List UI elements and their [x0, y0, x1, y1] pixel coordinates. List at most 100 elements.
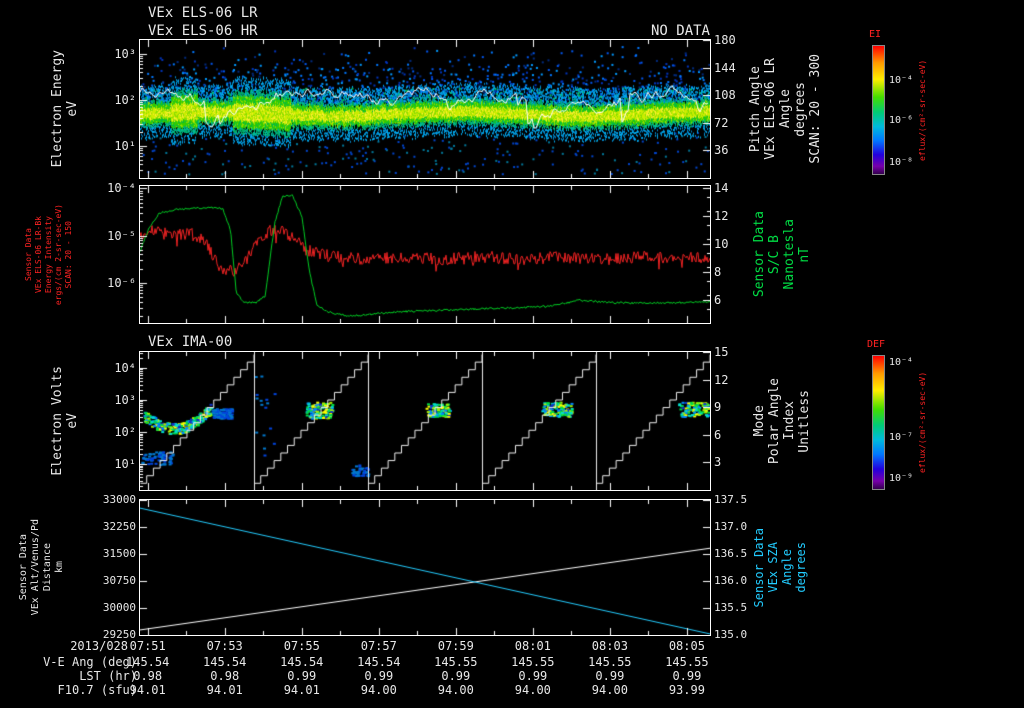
- altitude-sza-panel: [139, 499, 711, 636]
- row-value: 94.00: [437, 683, 474, 697]
- alt-sza-tick: 136.0: [714, 574, 748, 587]
- row-value: 94.00: [514, 683, 551, 697]
- ima-panel-title: VEx IMA-00: [148, 334, 233, 350]
- ima-index-tick: 3: [714, 455, 722, 470]
- alt-y-axis-title-line: Distance: [42, 543, 53, 592]
- row-label: LST (hr): [79, 669, 137, 683]
- alt-y-axis-title: Sensor Data VEx Alt/Venus/Pd Distance km: [18, 500, 66, 635]
- els-right-axis-title-line: Pitch Angle: [748, 65, 763, 153]
- row-value: 0.99: [287, 669, 317, 683]
- time-tick-label: 08:05: [668, 639, 705, 653]
- row-value: 145.55: [434, 655, 478, 669]
- time-tick-label: 07:53: [206, 639, 243, 653]
- date-label: 2013/028: [70, 639, 128, 653]
- bfield-right-axis-title-line: nT: [797, 246, 812, 263]
- alt-sza-tick: 135.5: [714, 601, 748, 614]
- ima-spectrogram-panel: [139, 351, 711, 491]
- no-data-label: NO DATA: [650, 23, 710, 39]
- bfield-left-red-label-line: Energy Intensity: [44, 215, 53, 294]
- bfield-right-axis-title-line: Sensor Data: [752, 211, 767, 298]
- ima-ev-tick: 10⁴: [114, 361, 136, 375]
- time-tick-label: 07:59: [437, 639, 474, 653]
- row-value: 145.55: [665, 655, 709, 669]
- bfield-line-panel: [139, 185, 711, 324]
- els-y-axis-title: Electron Energy eV: [50, 40, 80, 178]
- bfield-right-axis-title: Sensor Data S/C B Nanotesla nT: [752, 186, 812, 323]
- time-tick-label: 08:03: [591, 639, 628, 653]
- alt-sza-tick: 135.0: [714, 628, 748, 641]
- bfield-intensity-tick: 10⁻⁶: [107, 275, 136, 290]
- row-value: 0.98: [210, 669, 240, 683]
- time-tick-label: 07:55: [283, 639, 320, 653]
- els-y-axis-title-line: Electron Energy: [50, 50, 65, 168]
- colorbar-def-title: DEF: [867, 339, 886, 350]
- els-spectrogram-panel: [139, 39, 711, 179]
- bfield-nt-tick: 8: [714, 265, 722, 279]
- bfield-left-red-label-line: VEx ELS-06 LR-Bk: [34, 215, 43, 294]
- row-value: 145.55: [588, 655, 632, 669]
- els-energy-tick: 10²: [114, 92, 136, 107]
- ima-ev-tick: 10²: [114, 425, 136, 440]
- row-label: F10.7 (sfu): [57, 683, 137, 697]
- alt-km-tick: 30000: [102, 601, 136, 614]
- alt-right-axis-title-line: VEx SZA: [766, 542, 780, 593]
- bfield-left-red-label-line: SCAN: 20 - 150: [64, 220, 73, 289]
- els-pitch-tick: 72: [714, 115, 729, 130]
- alt-sza-tick: 136.5: [714, 547, 748, 560]
- plot-title-els-hr: VEx ELS-06 HR: [148, 23, 258, 39]
- alt-y-axis-title-line: VEx Alt/Venus/Pd: [30, 519, 41, 616]
- time-tick-label: 07:57: [360, 639, 397, 653]
- row-value: 145.54: [203, 655, 247, 669]
- els-pitch-tick: 108: [714, 88, 736, 103]
- row-value: 0.99: [595, 669, 625, 683]
- row-value: 0.99: [518, 669, 548, 683]
- alt-right-axis-title-line: Angle: [780, 549, 794, 586]
- row-value: 94.01: [283, 683, 320, 697]
- colorbar-ei-gradient: [872, 45, 885, 175]
- els-right-axis-title-line: Angle: [778, 89, 793, 129]
- bfield-left-red-label-line: Sensor Data: [24, 228, 33, 281]
- colorbar-ei-unit: eflux/(cm²-sr-sec-eV): [918, 59, 927, 161]
- ima-y-axis-title: Electron Volts eV: [50, 352, 80, 490]
- bfield-right-axis-title-line: S/C B: [767, 234, 782, 275]
- bfield-intensity-tick: 10⁻⁵: [107, 228, 136, 243]
- row-value: 145.55: [511, 655, 555, 669]
- ima-y-axis-title-line: Electron Volts: [50, 366, 65, 476]
- alt-y-axis-title-line: km: [54, 561, 65, 574]
- els-right-axis-title-line: degrees: [793, 81, 808, 137]
- bfield-nt-tick: 14: [714, 180, 729, 195]
- bfield-left-red-label: Sensor Data VEx ELS-06 LR-Bk Energy Intens…: [24, 186, 74, 323]
- row-value: 94.00: [360, 683, 397, 697]
- alt-sza-tick: 137.5: [714, 493, 748, 506]
- bfield-nt-tick: 6: [714, 293, 722, 308]
- row-value: 93.99: [668, 683, 705, 697]
- els-y-axis-title-line: eV: [65, 101, 80, 117]
- ima-spectrogram-canvas: [140, 352, 710, 490]
- row-value: 94.01: [206, 683, 243, 697]
- bfield-left-red-label-line: ergs/(cm 2-sr-sec-eV): [54, 203, 63, 306]
- els-energy-tick: 10³: [114, 46, 136, 61]
- bfield-line-canvas: [140, 186, 710, 323]
- ima-y-axis-title-line: eV: [65, 413, 80, 429]
- colorbar-def-unit: eflux/(cm²-sr-sec-eV): [918, 371, 927, 474]
- row-value: 94.01: [129, 683, 166, 697]
- ima-right-axis-title-line: Unitless: [797, 389, 812, 453]
- row-label: V-E Ang (deg): [43, 655, 137, 669]
- bfield-nt-tick: 10: [714, 236, 729, 251]
- els-energy-tick: 10¹: [114, 138, 136, 153]
- altitude-sza-canvas: [140, 500, 710, 635]
- ima-ev-tick: 10¹: [114, 457, 136, 472]
- alt-right-axis-title-line: Sensor Data: [752, 527, 766, 608]
- alt-km-tick: 32250: [102, 520, 136, 533]
- alt-y-axis-title-line: Sensor Data: [18, 534, 29, 601]
- colorbar-def-gradient: [872, 355, 885, 490]
- row-value: 0.99: [672, 669, 702, 683]
- ima-right-axis-title-line: Index: [782, 401, 797, 441]
- ima-right-axis-title-line: Mode: [752, 405, 767, 437]
- bfield-intensity-tick: 10⁻⁴: [107, 181, 136, 196]
- ima-index-tick: 12: [714, 372, 729, 387]
- els-right-axis-title-line: SCAN: 20 - 300: [808, 54, 823, 164]
- plot-title-els-lr: VEx ELS-06 LR: [148, 5, 258, 21]
- els-pitch-tick: 36: [714, 143, 729, 158]
- ima-index-tick: 9: [714, 400, 722, 415]
